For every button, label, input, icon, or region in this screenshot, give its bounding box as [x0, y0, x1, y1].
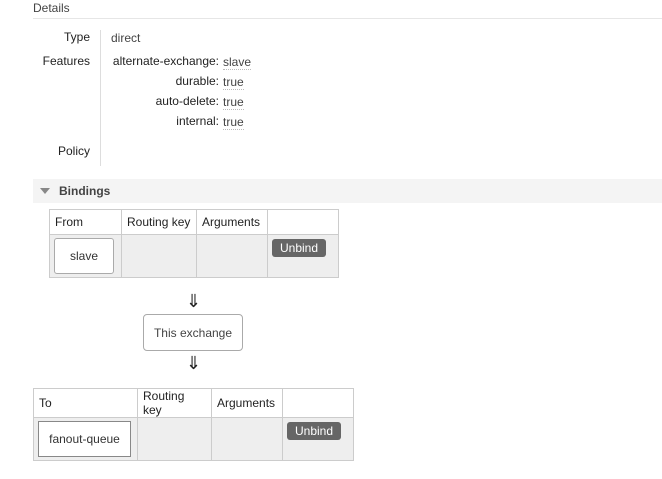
table-row: slave Unbind: [49, 234, 339, 278]
type-value: direct: [111, 31, 141, 45]
table-row: fanout-queue Unbind: [33, 417, 354, 461]
column-header-to: To: [33, 388, 138, 418]
feature-value-durable: true: [223, 75, 244, 90]
binding-destination-cell: fanout-queue: [33, 417, 138, 461]
details-divider: [100, 30, 101, 166]
feature-key-internal: internal:: [176, 114, 219, 128]
feature-key-durable: durable:: [175, 74, 219, 88]
policy-label: Policy: [57, 144, 90, 158]
bindings-from-table: From Routing key Arguments slave Unbind: [49, 209, 339, 278]
routing-key-cell: [121, 234, 197, 278]
bindings-to-table: To Routing key Arguments fanout-queue Un…: [33, 388, 354, 461]
arguments-cell: [196, 234, 268, 278]
column-header-actions: [282, 388, 354, 418]
feature-key-auto-delete: auto-delete:: [155, 94, 219, 108]
routing-key-cell: [137, 417, 212, 461]
features-label: Features: [42, 54, 90, 68]
table-header-row: From Routing key Arguments: [49, 209, 339, 235]
column-header-arguments: Arguments: [211, 388, 283, 418]
this-exchange-box: This exchange: [143, 314, 243, 351]
type-label: Type: [63, 30, 90, 44]
feature-key-alternate-exchange: alternate-exchange:: [112, 54, 219, 68]
bindings-section-header[interactable]: Bindings: [33, 179, 662, 203]
bindings-title: Bindings: [59, 184, 111, 198]
feature-value-alternate-exchange: slave: [223, 55, 252, 70]
source-exchange-link[interactable]: slave: [54, 238, 114, 274]
column-header-actions: [267, 209, 339, 235]
unbind-button[interactable]: Unbind: [287, 422, 342, 440]
details-section-title: Details: [33, 0, 662, 19]
binding-source-cell: slave: [49, 234, 122, 278]
action-cell: Unbind: [282, 417, 354, 461]
feature-value-internal: true: [223, 115, 244, 130]
arrow-down-icon: ⇓: [186, 353, 202, 373]
destination-queue-link[interactable]: fanout-queue: [38, 421, 131, 457]
feature-value-auto-delete: true: [223, 95, 244, 110]
arrow-down-icon: ⇓: [186, 291, 202, 311]
column-header-routing-key: Routing key: [137, 388, 212, 418]
collapse-triangle-icon[interactable]: [40, 188, 50, 194]
action-cell: Unbind: [267, 234, 339, 278]
unbind-button[interactable]: Unbind: [272, 239, 327, 257]
column-header-arguments: Arguments: [196, 209, 268, 235]
table-header-row: To Routing key Arguments: [33, 388, 354, 418]
column-header-from: From: [49, 209, 122, 235]
arguments-cell: [211, 417, 283, 461]
column-header-routing-key: Routing key: [121, 209, 197, 235]
details-title: Details: [33, 1, 70, 15]
